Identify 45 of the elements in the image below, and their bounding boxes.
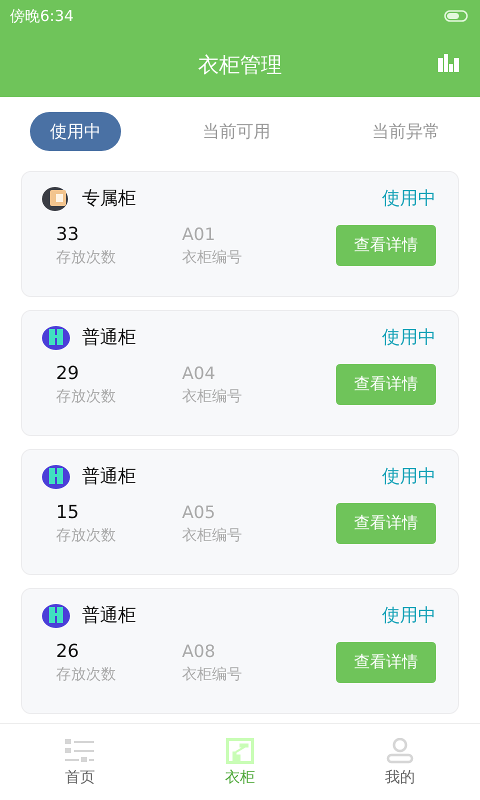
- frame-icon[interactable]: [226, 738, 254, 764]
- wardrobe-type: 专属柜: [82, 187, 136, 210]
- locker-icon: [42, 601, 70, 629]
- count-label: 存放次数: [56, 526, 117, 545]
- locker-icon: [42, 462, 70, 490]
- page-title: 衣柜管理: [198, 52, 282, 78]
- code-label: 衣柜编号: [182, 248, 243, 266]
- list-icon[interactable]: [65, 738, 95, 764]
- bar-chart-icon[interactable]: [438, 54, 460, 72]
- count-label: 存放次数: [56, 665, 117, 684]
- status-time: 傍晚6:34: [10, 6, 74, 26]
- storage-count: 15: [56, 502, 80, 523]
- count-label: 存放次数: [56, 248, 117, 267]
- wardrobe-type: 普通柜: [82, 465, 136, 488]
- code-label: 衣柜编号: [182, 664, 243, 684]
- nav-tab[interactable]: 我的: [385, 768, 415, 786]
- locker-icon: [42, 184, 70, 212]
- battery-icon: [444, 10, 470, 22]
- count-label: 存放次数: [56, 387, 117, 406]
- wardrobe-type: 普通柜: [82, 326, 136, 349]
- storage-count: 29: [56, 363, 80, 384]
- status-label: 使用中: [382, 465, 436, 488]
- status-label: 使用中: [382, 326, 436, 349]
- locker-icon: [42, 323, 70, 351]
- wardrobe-code: A08: [182, 642, 216, 662]
- wardrobe-type: 普通柜: [82, 604, 136, 627]
- wardrobe-code: A01: [182, 224, 216, 244]
- filter-tab[interactable]: 使用中: [30, 112, 121, 150]
- details-button[interactable]: 查看详情: [336, 364, 436, 405]
- status-label: 使用中: [382, 187, 436, 210]
- code-label: 衣柜编号: [182, 386, 243, 406]
- storage-count: 26: [56, 641, 80, 662]
- filter-tab[interactable]: 当前可用: [182, 112, 290, 150]
- details-button[interactable]: 查看详情: [336, 503, 436, 544]
- filter-tab[interactable]: 当前异常: [352, 112, 460, 150]
- storage-count: 33: [56, 224, 80, 245]
- nav-tab[interactable]: 首页: [65, 768, 95, 786]
- details-button[interactable]: 查看详情: [336, 642, 436, 683]
- wardrobe-code: A04: [182, 364, 216, 384]
- code-label: 衣柜编号: [182, 526, 243, 544]
- wardrobe-code: A05: [182, 502, 216, 522]
- user-icon[interactable]: [386, 738, 414, 764]
- nav-tab[interactable]: 衣柜: [225, 768, 255, 786]
- details-button[interactable]: 查看详情: [336, 225, 436, 266]
- status-label: 使用中: [382, 604, 436, 627]
